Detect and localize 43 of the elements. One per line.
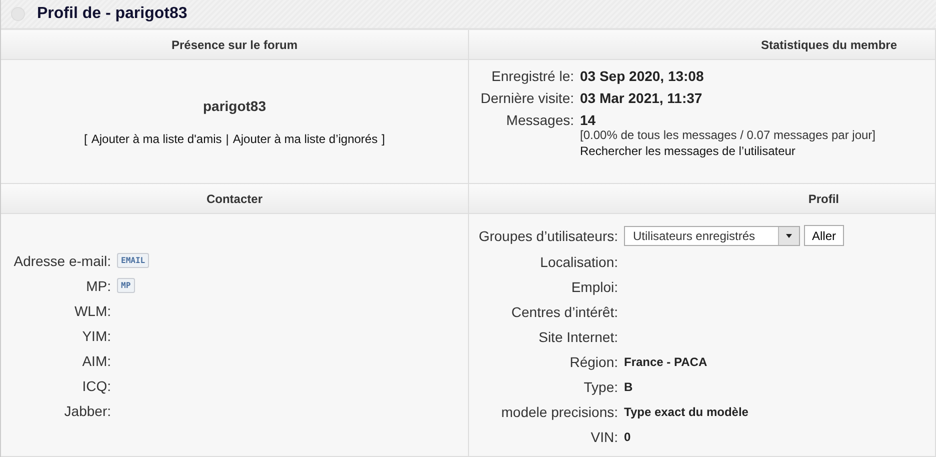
go-button[interactable]: Aller — [804, 225, 844, 246]
field-value: France - PACA — [624, 354, 708, 368]
field-label: Site Internet: — [538, 328, 618, 344]
section-heading: Statistiques du membre — [469, 30, 936, 60]
stats-note: [0.00% de tous les messages / 0.07 messages par jour] — [580, 128, 876, 142]
bracket-text: [ — [84, 132, 88, 146]
field-value: 14 — [580, 112, 596, 128]
field-value: 0 — [624, 430, 631, 444]
field-label: Emploi: — [570, 278, 618, 294]
field-label: Dernière visite: — [480, 90, 574, 106]
page-title: Profil de - parigot83 — [37, 5, 188, 23]
username: parigot83 — [202, 98, 266, 114]
field-label: WLM: — [73, 302, 111, 318]
field-label: Jabber: — [63, 402, 111, 418]
field-label: Type: — [582, 378, 618, 394]
section-heading: Contacter — [1, 184, 469, 214]
field-label: VIN: — [590, 428, 618, 444]
field-value: 03 Sep 2020, 13:08 — [580, 68, 704, 84]
list-link[interactable]: Ajouter à ma liste d’ignorés — [232, 132, 378, 146]
field-label: Région: — [568, 354, 618, 370]
field-label: Localisation: — [539, 254, 618, 270]
field-value: B — [624, 380, 633, 394]
field-label: Centres d’intérêt: — [510, 304, 618, 320]
list-link[interactable]: Ajouter à ma liste d'amis — [91, 132, 222, 146]
field-value: Type exact du modèle — [624, 404, 748, 418]
field-label: AIM: — [81, 352, 111, 368]
group-select[interactable]: Utilisateurs enregistrés — [624, 226, 800, 246]
field-label: YIM: — [81, 328, 111, 344]
message-button[interactable]: MP — [117, 278, 135, 293]
field-label: Groupes d’utilisateurs: — [478, 228, 618, 244]
section-heading: Profil — [469, 184, 936, 214]
field-label: Enregistré le: — [490, 68, 574, 84]
search-messages-link[interactable]: Rechercher les messages de l’utilisateur — [580, 144, 796, 158]
field-value: 03 Mar 2021, 11:37 — [580, 90, 702, 106]
field-label: Adresse e-mail: — [12, 252, 111, 268]
separator-text: | — [226, 132, 229, 146]
bracket-text: ] — [382, 132, 385, 146]
field-label: modele precisions: — [500, 404, 618, 420]
email-button[interactable]: EMAIL — [117, 253, 150, 268]
field-label: ICQ: — [81, 378, 111, 394]
field-label: Messages: — [505, 112, 574, 128]
field-label: MP: — [85, 278, 111, 294]
section-heading: Présence sur le forum — [1, 30, 469, 60]
